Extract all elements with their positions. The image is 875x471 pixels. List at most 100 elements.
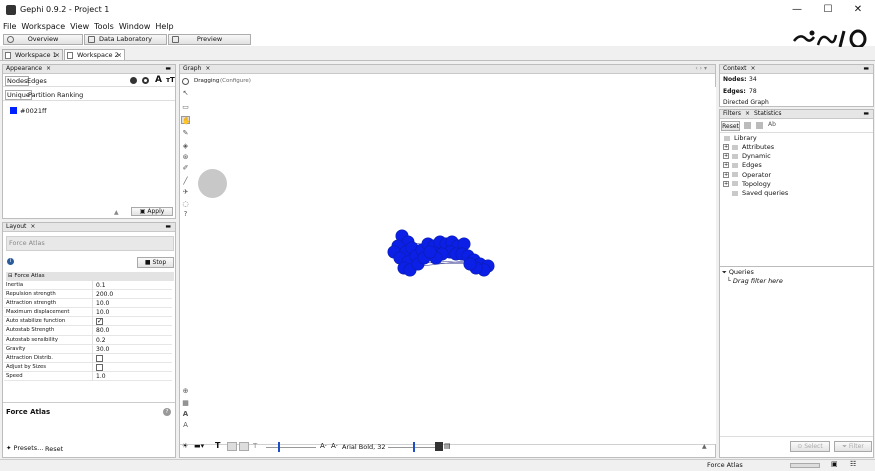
label-size-icon[interactable]: ᴛT [166,76,175,84]
expand-icon[interactable]: + [723,153,729,160]
info-icon[interactable]: i [7,258,14,265]
menu-workspace[interactable]: Workspace [21,21,65,33]
property-value[interactable]: 10.0 [92,308,172,318]
workspace-1-tab[interactable]: Workspace 1 × [2,49,63,60]
direct-selection-icon[interactable]: ↖ [181,89,190,97]
rectangle-selection-icon[interactable]: ▭ [181,103,190,111]
background-color-icon[interactable]: ▬▾ [194,442,204,450]
configure-link[interactable]: (Configure) [220,78,251,84]
edit-icon[interactable]: ✐ [181,164,190,172]
expand-icon[interactable]: + [723,180,729,187]
reset-button[interactable]: Reset [45,445,63,453]
edges-tab[interactable]: Edges [27,77,47,85]
label-color-icon[interactable]: A [155,75,162,85]
filter-category-attributes[interactable]: + Attributes [723,143,774,151]
property-row[interactable]: Autostab Strength 80.0 [4,326,172,336]
menu-view[interactable]: View [70,21,89,33]
property-value[interactable]: 10.0 [92,299,172,309]
label-font-icon[interactable]: A [181,410,190,418]
ranking-tab[interactable]: Ranking [57,91,83,99]
font-selector[interactable]: Arial Bold, 32 [342,443,386,451]
library-node[interactable]: Library [724,134,757,142]
filter-category-dynamic[interactable]: + Dynamic [723,152,771,160]
menu-window[interactable]: Window [119,21,151,33]
property-checkbox[interactable] [92,317,172,327]
drag-icon[interactable]: ✋ [181,116,191,125]
property-value[interactable]: 30.0 [92,344,172,354]
label-size-small-icon[interactable]: A [181,421,190,429]
network-graph[interactable] [380,224,505,284]
queries-root[interactable]: ⏷ Queries [722,268,754,277]
shortest-path-icon[interactable]: ╱ [181,177,190,185]
save-icon[interactable] [744,122,751,129]
select-button[interactable]: ⊙ Select [790,441,830,452]
expand-toolbar-icon[interactable]: ▲ [702,443,707,450]
panel-minimize-icon[interactable]: ▬ [165,223,171,231]
panel-minimize-icon[interactable]: ▬ [863,110,869,118]
context-close-icon[interactable]: × [751,65,756,72]
property-row[interactable]: Inertia 0.1 [4,281,172,291]
drag-filter-hint[interactable]: └ Drag filter here [727,277,783,285]
edge-pencil-icon[interactable]: ◌ [181,200,190,208]
zoom-icon[interactable]: ⊕ [181,387,190,395]
edge-icon[interactable] [227,442,237,451]
panel-minimize-icon[interactable]: ▬ [863,65,869,73]
filters-reset-button[interactable]: Reset [721,121,740,131]
edge-scale-slider[interactable] [266,447,316,448]
sizer-icon[interactable]: ◈ [181,142,190,150]
stop-layout-icon[interactable]: ▣ [831,460,838,468]
property-value[interactable]: 200.0 [92,290,172,300]
node-pencil-icon[interactable]: ✈ [181,188,190,196]
painter-icon[interactable]: ✎ [181,129,190,137]
graph-nav-arrows[interactable]: ‹ › ▾ [695,65,707,73]
property-row[interactable]: Gravity 30.0 [4,344,172,354]
edge-scale-slider-handle[interactable] [278,442,280,452]
workspace-2-close-icon[interactable]: × [117,50,122,60]
expand-icon[interactable]: + [723,171,729,178]
statistics-tab[interactable]: Statistics [754,110,781,117]
filter-category-topology[interactable]: + Topology [723,180,771,188]
property-row[interactable]: Attraction Distrib. [4,353,172,363]
expand-icon[interactable]: + [723,162,729,169]
filter-category-edges[interactable]: + Edges [723,161,762,169]
unchecked-checkbox-icon[interactable] [96,354,103,362]
stop-button[interactable]: ■ Stop [137,257,174,268]
label-font-icon-bottom[interactable]: A· [320,442,327,450]
panel-minimize-icon[interactable]: ▬ [165,65,171,73]
property-value[interactable]: 1.0 [92,371,172,381]
menu-help[interactable]: Help [155,21,173,33]
label-size-mode-icon[interactable]: T [253,442,257,450]
unique-color-swatch[interactable] [10,107,17,114]
property-checkbox[interactable] [92,362,172,372]
export-icon[interactable] [756,122,763,129]
label-font-icon-bottom-2[interactable]: A· [331,442,338,450]
property-value[interactable]: 0.2 [92,335,172,345]
graph-node[interactable] [463,257,477,271]
apply-options-icon[interactable]: ▲ [114,209,119,216]
property-checkbox[interactable] [92,353,172,363]
help-icon[interactable]: ? [163,408,171,416]
minimize-button[interactable]: — [782,2,812,18]
apply-button[interactable]: ▣ Apply [131,207,173,216]
label-color-box[interactable] [435,442,443,451]
nodes-tab[interactable]: Nodes [5,76,30,86]
attributes-icon[interactable]: ▤ [444,442,451,450]
layout-algorithm-select[interactable]: Force Atlas [6,236,174,251]
filters-tab[interactable]: Filters [723,110,741,117]
edge-curved-icon[interactable] [239,442,249,451]
search-filter-icon[interactable]: Ab [768,121,776,128]
screenshot-icon[interactable]: ▦ [181,399,190,407]
property-row[interactable]: Speed 1.0 [4,371,172,382]
help-cursor-icon[interactable]: ? [181,210,190,218]
close-button[interactable]: ✕ [843,2,873,18]
saved-queries-node[interactable]: Saved queries [732,189,788,197]
color-palette-icon[interactable] [130,77,137,84]
workspace-2-tab[interactable]: Workspace 2 × [64,49,125,60]
workspace-1-close-icon[interactable]: × [55,50,60,60]
checked-checkbox-icon[interactable] [96,317,103,326]
property-row[interactable]: Repulsion strength 200.0 [4,290,172,300]
size-icon[interactable] [142,77,149,84]
force-atlas-section-header[interactable]: ⊟ Force Atlas [6,272,174,281]
show-labels-icon[interactable]: T [215,441,220,450]
heat-map-icon[interactable]: ⊛ [181,153,190,161]
